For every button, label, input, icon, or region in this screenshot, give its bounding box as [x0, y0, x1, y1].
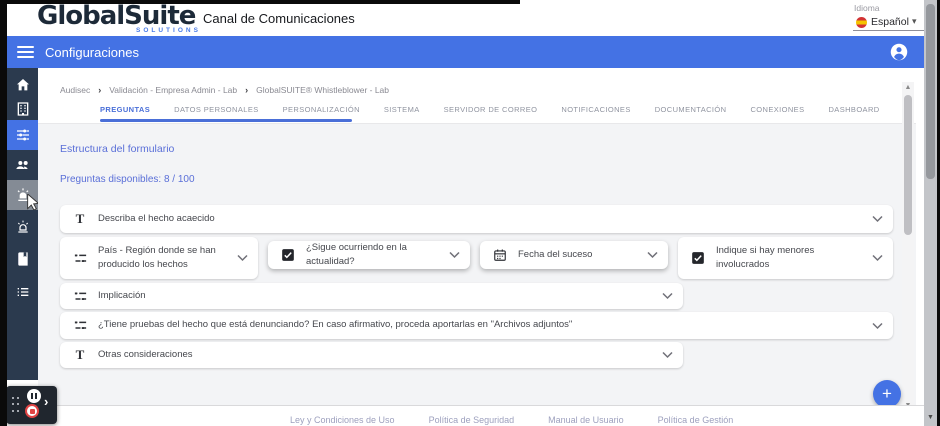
pause-button[interactable]	[27, 389, 41, 403]
spain-flag-icon	[856, 17, 867, 28]
logo-subtitle: SOLUTIONS	[136, 27, 201, 34]
active-tab-indicator	[100, 119, 352, 122]
drag-handle-icon[interactable]	[12, 397, 20, 413]
tab-notificaciones[interactable]: NOTIFICACIONES	[561, 105, 630, 114]
tab-preguntas[interactable]: PREGUNTAS	[100, 105, 150, 114]
main-navbar: Configuraciones	[7, 36, 924, 68]
window-frame	[0, 0, 7, 426]
footer-link-seguridad[interactable]: Política de Seguridad	[429, 415, 515, 425]
chevron-down-icon: ▾	[912, 16, 917, 27]
scrollbar-thumb[interactable]	[904, 95, 912, 235]
language-value: Español	[871, 16, 909, 28]
tab-conexiones[interactable]: CONEXIONES	[750, 105, 804, 114]
window-scrollbar[interactable]: ▼	[924, 0, 937, 426]
options-list-icon	[72, 318, 88, 333]
sidebar-item-form-settings[interactable]	[7, 120, 38, 150]
options-list-icon	[72, 289, 88, 304]
chevron-down-icon[interactable]	[872, 216, 883, 223]
question-card[interactable]: Implicación	[60, 283, 683, 309]
footer: Ley y Condiciones de Uso Política de Seg…	[7, 405, 924, 426]
tab-personalizacion[interactable]: PERSONALIZACIÓN	[283, 105, 360, 114]
tab-bar: PREGUNTAS DATOS PERSONALES PERSONALIZACI…	[100, 105, 880, 114]
chevron-down-icon[interactable]	[662, 293, 673, 300]
question-card[interactable]: ¿Tiene pruebas del hecho que está denunc…	[60, 312, 893, 339]
scroll-down-icon[interactable]: ▼	[927, 414, 934, 421]
page-title: Canal de Comunicaciones	[203, 11, 355, 26]
book-icon	[15, 251, 31, 267]
form-settings-icon	[15, 127, 31, 143]
question-card[interactable]: ¿Sigue ocurriendo en la actualidad?	[268, 241, 470, 269]
footer-link-condiciones[interactable]: Ley y Condiciones de Uso	[290, 415, 395, 425]
question-card[interactable]: T Otras consideraciones	[60, 342, 683, 368]
footer-link-manual[interactable]: Manual de Usuario	[548, 415, 624, 425]
divider	[38, 123, 916, 124]
navbar-title: Configuraciones	[45, 45, 139, 60]
expand-chevron-icon[interactable]: ›	[44, 394, 48, 409]
sidebar-item-incidents[interactable]	[7, 180, 38, 210]
app-window: GlobalSuite SOLUTIONS Canal de Comunicac…	[0, 0, 940, 426]
top-header: GlobalSuite SOLUTIONS Canal de Comunicac…	[7, 0, 924, 36]
chevron-down-icon[interactable]	[872, 255, 883, 262]
screen-recorder-widget: ›	[6, 386, 57, 424]
content-scrollbar[interactable]: ▲ ▼	[902, 82, 914, 412]
sidebar-item-logbook[interactable]	[7, 244, 38, 274]
chevron-down-icon[interactable]	[647, 252, 658, 259]
question-label: Otras consideraciones	[98, 348, 193, 362]
language-select[interactable]: Español ▾	[853, 14, 925, 31]
question-card[interactable]: Fecha del suceso	[480, 241, 668, 269]
sidebar-item-list[interactable]	[7, 277, 38, 307]
question-label: ¿Sigue ocurriendo en la actualidad?	[306, 241, 444, 270]
question-label: Indique si hay menores involucrados	[716, 244, 867, 273]
text-field-icon: T	[72, 347, 88, 363]
tab-dashboard[interactable]: DASHBOARD	[828, 105, 879, 114]
calendar-icon	[492, 248, 508, 262]
chevron-down-icon[interactable]	[449, 252, 460, 259]
breadcrumb-item[interactable]: Validación - Empresa Admin - Lab	[109, 85, 237, 95]
question-card[interactable]: País - Región donde se han producido los…	[60, 237, 258, 279]
question-card[interactable]: Indique si hay menores involucrados	[678, 237, 893, 279]
sidebar-item-users[interactable]	[7, 150, 38, 180]
chevron-down-icon[interactable]	[237, 255, 248, 262]
questions-counter: Preguntas disponibles: 8 / 100	[60, 174, 195, 185]
user-account-icon[interactable]	[890, 43, 908, 61]
tab-servidor-correo[interactable]: SERVIDOR DE CORREO	[444, 105, 538, 114]
siren-outline-icon	[15, 219, 31, 235]
language-label: Idioma	[854, 3, 880, 13]
form-structure-link[interactable]: Estructura del formulario	[60, 143, 174, 155]
building-icon	[15, 101, 31, 117]
checkbox-checked-icon	[280, 248, 296, 262]
question-label: País - Región donde se han producido los…	[98, 244, 232, 273]
window-scrollbar-thumb[interactable]	[926, 4, 935, 179]
home-icon	[15, 77, 31, 93]
chevron-down-icon[interactable]	[662, 352, 673, 359]
list-icon	[15, 284, 31, 300]
question-label: Fecha del suceso	[518, 248, 592, 262]
chevron-down-icon[interactable]	[872, 322, 883, 329]
tab-datos-personales[interactable]: DATOS PERSONALES	[174, 105, 258, 114]
breadcrumb: Audisec › Validación - Empresa Admin - L…	[60, 85, 389, 95]
breadcrumb-separator: ›	[98, 85, 101, 95]
add-question-button[interactable]: +	[873, 380, 901, 408]
footer-link-gestion[interactable]: Política de Gestión	[658, 415, 734, 425]
scroll-up-icon[interactable]: ▲	[904, 84, 912, 92]
window-frame	[0, 0, 520, 4]
stop-record-button[interactable]	[25, 404, 39, 418]
menu-icon[interactable]	[17, 46, 34, 58]
users-icon	[15, 157, 31, 173]
left-sidebar	[7, 68, 38, 380]
breadcrumb-separator: ›	[245, 85, 248, 95]
tab-sistema[interactable]: SISTEMA	[384, 105, 420, 114]
question-label: Describa el hecho acaecido	[98, 212, 215, 226]
checkbox-checked-icon	[690, 251, 706, 265]
options-list-icon	[72, 251, 88, 266]
sidebar-item-alerts[interactable]	[7, 212, 38, 242]
breadcrumb-item[interactable]: GlobalSUITE® Whistleblower - Lab	[256, 85, 389, 95]
question-label: ¿Tiene pruebas del hecho que está denunc…	[98, 318, 572, 332]
text-field-icon: T	[72, 211, 88, 227]
question-label: Implicación	[98, 289, 146, 303]
breadcrumb-item[interactable]: Audisec	[60, 85, 90, 95]
tab-documentacion[interactable]: DOCUMENTACIÓN	[655, 105, 727, 114]
question-card[interactable]: T Describa el hecho acaecido	[60, 205, 893, 233]
